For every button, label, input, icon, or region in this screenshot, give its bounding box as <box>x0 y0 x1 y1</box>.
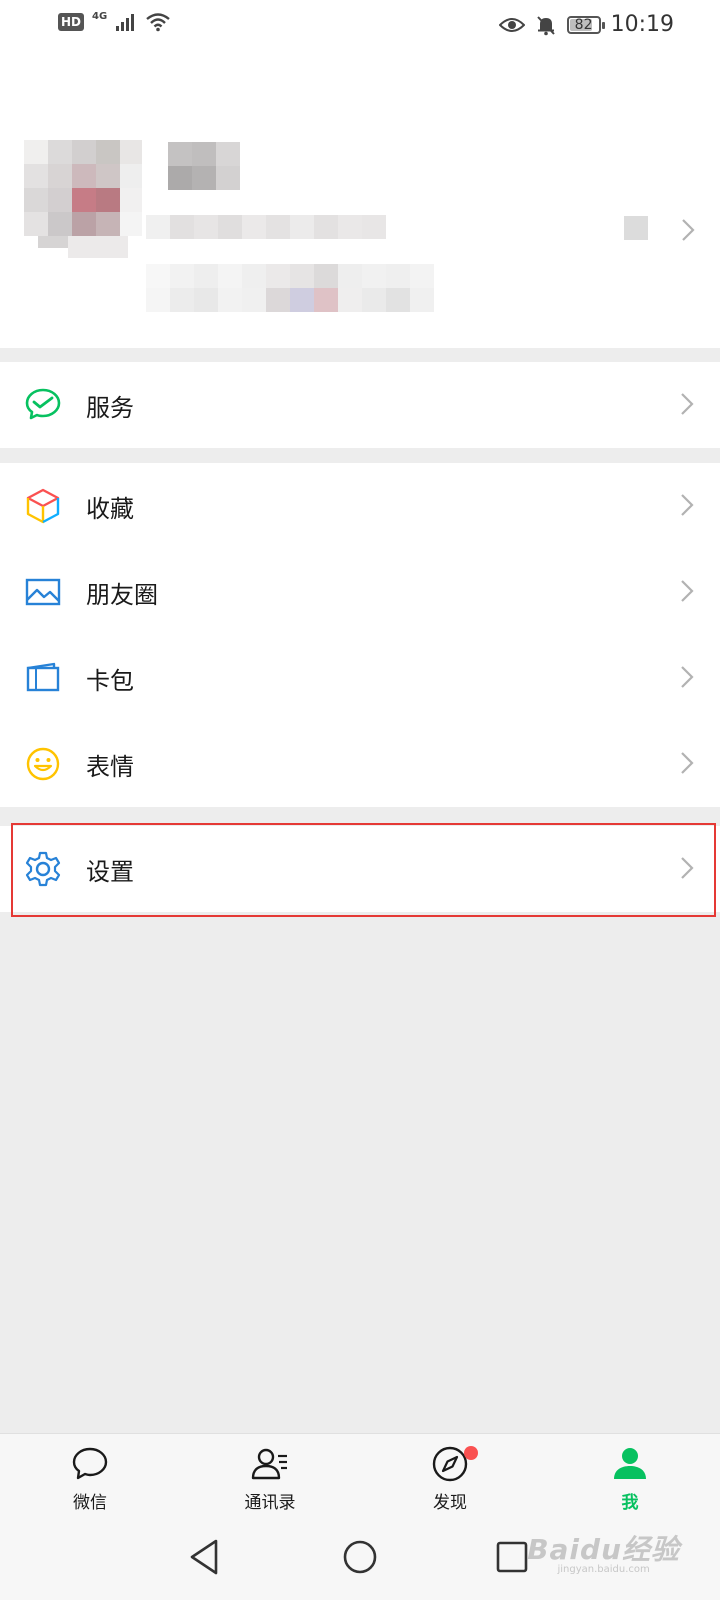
tab-me[interactable]: 我 <box>570 1444 690 1514</box>
chevron-right-icon <box>681 580 694 602</box>
watermark-main: Baidu经验 <box>527 1533 680 1566</box>
chevron-right-icon <box>681 494 694 516</box>
menu-item-label: 朋友圈 <box>86 580 158 609</box>
battery-indicator: 82 <box>566 15 605 34</box>
eye-icon <box>498 17 525 32</box>
menu-item-moments[interactable]: 朋友圈 <box>0 549 720 635</box>
menu-item-card-wallet[interactable]: 卡包 <box>0 635 720 721</box>
profile-card[interactable] <box>0 52 720 348</box>
menu-item-label: 服务 <box>86 393 134 422</box>
menu-item-label: 设置 <box>86 857 134 886</box>
back-icon[interactable] <box>184 1535 228 1579</box>
menu-group-main: 收藏 朋友圈 卡包 表情 <box>0 463 720 807</box>
home-icon[interactable] <box>338 1535 382 1579</box>
chevron-right-icon <box>681 752 694 774</box>
bell-muted-icon <box>536 15 555 35</box>
status-left: HD 4G <box>58 10 171 32</box>
status-bar: HD 4G 82 10:19 <box>0 0 720 52</box>
notification-dot <box>464 1446 478 1460</box>
chevron-right-icon <box>682 219 695 241</box>
card-wallet-icon <box>26 662 60 692</box>
gear-icon <box>25 851 61 887</box>
avatar[interactable] <box>24 140 142 258</box>
chevron-right-icon <box>681 857 694 879</box>
favorites-cube-icon <box>26 488 60 524</box>
person-icon <box>614 1448 646 1479</box>
network-type: 4G <box>92 10 108 22</box>
menu-item-settings[interactable]: 设置 <box>0 826 720 912</box>
chevron-right-icon <box>681 666 694 688</box>
wechat-id-blurred <box>146 215 386 239</box>
contacts-icon <box>251 1448 287 1480</box>
wechat-pay-icon <box>25 388 61 420</box>
menu-item-stickers[interactable]: 表情 <box>0 721 720 807</box>
baidu-watermark: Baidu经验 jingyan.baidu.com <box>527 1528 680 1575</box>
hd-badge: HD <box>58 13 85 31</box>
menu-item-label: 卡包 <box>86 666 134 695</box>
battery-level: 82 <box>574 16 593 33</box>
qr-code-icon[interactable] <box>624 216 648 240</box>
smiley-icon <box>26 747 60 781</box>
cell-signal-icon <box>116 14 135 31</box>
menu-group-settings: 设置 <box>0 826 720 912</box>
tab-label: 我 <box>621 1493 639 1513</box>
wifi-icon <box>146 13 170 32</box>
status-right: 82 10:19 <box>498 12 674 37</box>
chevron-right-icon <box>681 393 694 415</box>
chat-bubble-icon <box>72 1447 108 1480</box>
tab-chats[interactable]: 微信 <box>30 1444 150 1514</box>
menu-group-services: 服务 <box>0 362 720 448</box>
tab-label: 发现 <box>433 1493 467 1513</box>
clock: 10:19 <box>610 12 674 37</box>
status-blurred <box>146 264 434 312</box>
menu-item-services[interactable]: 服务 <box>0 362 720 448</box>
tab-label: 微信 <box>73 1493 107 1513</box>
tab-label: 通讯录 <box>244 1493 296 1513</box>
tab-contacts[interactable]: 通讯录 <box>210 1444 330 1514</box>
menu-item-label: 收藏 <box>86 494 134 523</box>
bottom-tab-bar: 微信 通讯录 发现 我 <box>0 1433 720 1514</box>
menu-item-label: 表情 <box>86 752 134 781</box>
menu-item-favorites[interactable]: 收藏 <box>0 463 720 549</box>
moments-picture-icon <box>25 578 61 606</box>
nickname-blurred <box>168 142 240 190</box>
tab-discover[interactable]: 发现 <box>390 1444 510 1514</box>
